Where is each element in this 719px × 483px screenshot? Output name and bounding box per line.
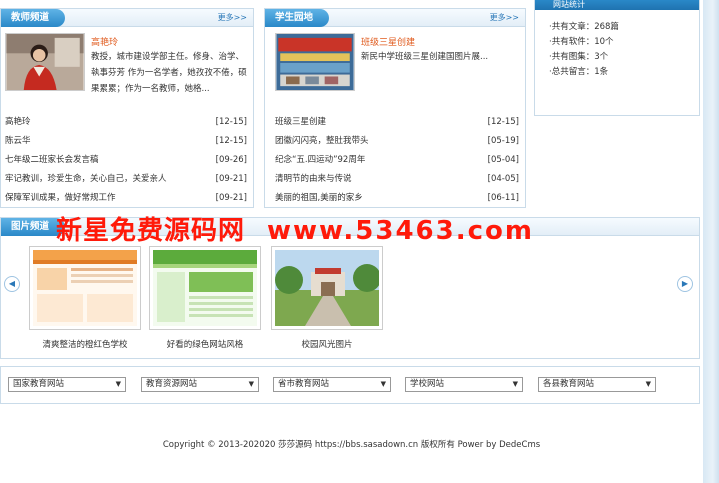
featured-article[interactable]: 班级三星创建 新民中学班级三星创建国图片展... [275, 33, 515, 105]
class-star-photo[interactable] [275, 33, 355, 91]
more-link[interactable]: 更多>> [218, 9, 247, 27]
feature-title[interactable]: 班级三星创建 [361, 35, 415, 48]
orange-school-template-thumb [33, 250, 137, 326]
panel-tab-title: 教师频道 [1, 9, 66, 27]
teacher-panel: 教师频道 更多>> 高艳玲 教授，城市建设学部主任。修身、治学、執事芬芳 作为一… [0, 8, 254, 208]
item-title[interactable]: 七年级二班家长会发言稿 [5, 151, 99, 170]
item-date: [12-15] [215, 136, 247, 146]
chevron-down-icon: ▼ [248, 380, 254, 388]
list-item[interactable]: 班级三星创建 [12-15] [265, 113, 525, 132]
select-value: 省市教育网站 [278, 379, 330, 389]
item-title[interactable]: 清明节的由来与传说 [275, 170, 352, 189]
featured-article[interactable]: 高艳玲 教授，城市建设学部主任。修身、治学、執事芬芳 作为一名学者，她孜孜不倦，… [5, 33, 247, 105]
photo-caption[interactable]: 好看的绿色网站风格 [149, 338, 261, 350]
stat-software: ·共有软件：10个 [549, 37, 614, 47]
site-stats-panel: 网站统计 ·共有文章：268篇 ·共有软件：10个 ·共有图集：3个 ·总共留言… [534, 0, 700, 116]
list-item[interactable]: 纪念“五.四运动”92周年 [05-04] [265, 151, 525, 170]
list-item[interactable]: 团徽闪闪亮，整肚我带头 [05-19] [265, 132, 525, 151]
select-value: 国家教育网站 [13, 379, 65, 389]
stat-articles: ·共有文章：268篇 [549, 22, 619, 32]
more-link[interactable]: 更多>> [490, 9, 519, 27]
photo-frame[interactable] [271, 246, 383, 330]
item-title[interactable]: 保障军训成果，做好常规工作 [5, 189, 116, 208]
item-date: [05-19] [487, 136, 519, 146]
site-watermark: 新星免费源码网 www.53463.com [56, 210, 534, 247]
feature-title[interactable]: 高艳玲 [91, 35, 118, 48]
item-date: [05-04] [487, 155, 519, 165]
item-title[interactable]: 纪念“五.四运动”92周年 [275, 151, 365, 170]
footer-copyright: Copyright © 2013-202020 莎莎源码 https://bbs… [162, 440, 541, 450]
list-item[interactable]: 清明节的由来与传说 [04-05] [265, 170, 525, 189]
chevron-down-icon: ▼ [115, 380, 121, 388]
stat-galleries: ·共有图集：3个 [549, 52, 609, 62]
stat-messages: ·总共留言：1条 [549, 67, 609, 77]
photo-frame[interactable] [29, 246, 141, 330]
carousel-prev-button[interactable]: ◀ [4, 276, 20, 292]
chevron-down-icon: ▼ [645, 380, 651, 388]
item-title[interactable]: 班级三星创建 [275, 113, 326, 132]
item-date: [09-21] [215, 174, 247, 184]
stats-list: ·共有文章：268篇 ·共有软件：10个 ·共有图集：3个 ·总共留言：1条 [535, 10, 699, 80]
campus-scenery-photo [275, 250, 381, 326]
panel-tab-title: 学生园地 [265, 9, 330, 27]
select-provincial-education[interactable]: 省市教育网站 ▼ [273, 377, 391, 392]
item-date: [06-11] [487, 193, 519, 203]
photo-caption[interactable]: 清爽整洁的橙红色学校 [29, 338, 141, 350]
chevron-down-icon: ▼ [380, 380, 386, 388]
item-date: [09-21] [215, 193, 247, 203]
photo-item[interactable]: 好看的绿色网站风格 [149, 246, 261, 350]
list-item[interactable]: 保障军训成果，做好常规工作 [09-21] [1, 189, 253, 208]
list-item[interactable]: 七年级二班家长会发言稿 [09-26] [1, 151, 253, 170]
feature-description: 新民中学班级三星创建国图片展... [361, 52, 489, 62]
panel-header: 学生园地 更多>> [265, 9, 525, 27]
select-county-education[interactable]: 各县教育网站 ▼ [538, 377, 656, 392]
item-title[interactable]: 牢记教训，珍爱生命，关心自己，关爱亲人 [5, 170, 167, 189]
photo-frame[interactable] [149, 246, 261, 330]
teacher-photo[interactable] [5, 33, 85, 91]
list-item[interactable]: 高艳玲 [12-15] [1, 113, 253, 132]
stats-header: 网站统计 [535, 0, 699, 10]
select-value: 教育资源网站 [146, 379, 198, 389]
item-title[interactable]: 美丽的祖国,美丽的家乡 [275, 189, 363, 208]
stats-title: 网站统计 [553, 0, 585, 9]
photo-caption[interactable]: 校园风光图片 [271, 338, 383, 350]
item-title[interactable]: 高艳玲 [5, 113, 31, 132]
watermark-url: www.53463.com [267, 216, 534, 246]
select-education-resources[interactable]: 教育资源网站 ▼ [141, 377, 259, 392]
item-date: [04-05] [487, 174, 519, 184]
page-right-edge [703, 0, 719, 483]
select-national-education[interactable]: 国家教育网站 ▼ [8, 377, 126, 392]
list-item[interactable]: 牢记教训，珍爱生命，关心自己，关爱亲人 [09-21] [1, 170, 253, 189]
article-list: 班级三星创建 [12-15] 团徽闪闪亮，整肚我带头 [05-19] 纪念“五.四运… [265, 113, 525, 208]
feature-description: 教授，城市建设学部主任。修身、治学、執事芬芳 作为一名学者，她孜孜不倦，硕果累累… [91, 52, 247, 94]
panel-header: 教师频道 更多>> [1, 9, 253, 27]
list-item[interactable]: 陈云华 [12-15] [1, 132, 253, 151]
select-school-sites[interactable]: 学校网站 ▼ [405, 377, 523, 392]
item-date: [12-15] [487, 117, 519, 127]
photo-item[interactable]: 清爽整洁的橙红色学校 [29, 246, 141, 350]
chevron-down-icon: ▼ [512, 380, 518, 388]
carousel-next-button[interactable]: ▶ [677, 276, 693, 292]
student-panel: 学生园地 更多>> 班级三星创建 新民中学班级三星创建国图片展... 班级三星创… [264, 8, 526, 208]
item-date: [09-26] [215, 155, 247, 165]
watermark-name: 新星免费源码网 [56, 216, 246, 246]
item-title[interactable]: 团徽闪闪亮，整肚我带头 [275, 132, 369, 151]
select-value: 学校网站 [410, 379, 445, 389]
green-website-template-thumb [153, 250, 257, 326]
article-list: 高艳玲 [12-15] 陈云华 [12-15] 七年级二班家长会发言稿 [09-26]… [1, 113, 253, 208]
select-value: 各县教育网站 [543, 379, 595, 389]
item-date: [12-15] [215, 117, 247, 127]
item-title[interactable]: 陈云华 [5, 132, 31, 151]
list-item[interactable]: 美丽的祖国,美丽的家乡 [06-11] [265, 189, 525, 208]
photo-item[interactable]: 校园风光图片 [271, 246, 383, 350]
